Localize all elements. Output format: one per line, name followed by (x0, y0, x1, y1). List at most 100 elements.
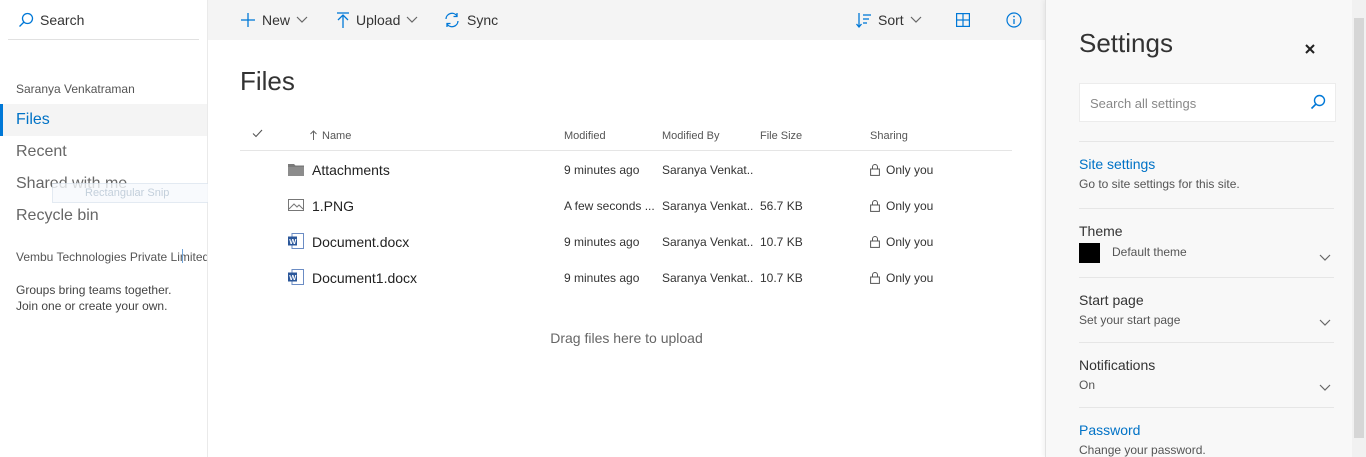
start-page-label: Start page (1079, 292, 1144, 308)
table-row[interactable]: W Document1.docx 9 minutes ago Saranya V… (240, 260, 1012, 296)
nav-item-recycle-bin[interactable]: Recycle bin (0, 200, 207, 232)
left-navigation: Search Saranya Venkatraman Files Recent … (0, 0, 208, 457)
file-modified: 9 minutes ago (564, 163, 640, 177)
svg-text:W: W (289, 273, 297, 282)
sync-label: Sync (467, 12, 499, 28)
nav-item-files[interactable]: Files (0, 104, 207, 136)
theme-value: Default theme (1112, 245, 1187, 260)
column-header-file-size[interactable]: File Size (760, 130, 802, 142)
file-sharing[interactable]: Only you (870, 152, 1010, 188)
sort-button[interactable]: Sort (856, 0, 922, 40)
folder-icon (288, 164, 304, 176)
theme-selector[interactable]: Default theme (1079, 243, 1334, 263)
table-row[interactable]: 1.PNG A few seconds ... Saranya Venkat..… (240, 188, 1012, 224)
sync-button[interactable]: Sync (443, 0, 498, 40)
command-bar: New Upload Sync Sort (208, 0, 1045, 40)
column-header-name[interactable]: Name (310, 130, 351, 142)
chevron-down-icon (296, 16, 308, 23)
settings-panel: Settings Search all settings Site settin… (1045, 0, 1352, 457)
sort-arrow-up-icon (310, 130, 317, 140)
header-divider (240, 150, 1012, 151)
sort-icon (856, 13, 871, 28)
file-modified: A few seconds ... (564, 199, 655, 213)
column-header-sharing[interactable]: Sharing (870, 130, 908, 142)
notifications-value: On (1079, 378, 1096, 392)
info-button[interactable] (1006, 0, 1022, 40)
plus-icon (241, 13, 255, 27)
page-title: Files (240, 66, 295, 96)
lock-icon (870, 164, 880, 176)
chevron-down-icon[interactable] (1319, 319, 1331, 327)
column-header-modified[interactable]: Modified (564, 130, 606, 142)
file-modified-by: Saranya Venkat... (662, 235, 754, 249)
chevron-down-icon[interactable] (1319, 384, 1331, 392)
new-label: New (262, 12, 291, 28)
close-icon[interactable] (1301, 40, 1319, 58)
theme-swatch (1079, 243, 1100, 263)
view-options-button[interactable] (956, 0, 970, 40)
notifications-label: Notifications (1079, 357, 1156, 373)
file-modified: 9 minutes ago (564, 271, 640, 285)
file-modified-by: Saranya Venkat... (662, 199, 754, 213)
file-sharing-label: Only you (886, 199, 934, 213)
file-name[interactable]: Document1.docx (312, 260, 552, 296)
divider (1079, 407, 1334, 408)
image-file-icon (288, 199, 304, 211)
scrollbar-thumb[interactable] (1354, 18, 1364, 438)
file-sharing[interactable]: Only you (870, 260, 1010, 296)
groups-text: Groups bring teams together. Join one or… (16, 283, 172, 313)
theme-section[interactable]: Theme Default theme (1079, 223, 1334, 263)
file-sharing-label: Only you (886, 235, 934, 249)
settings-search-input[interactable]: Search all settings (1079, 83, 1336, 122)
file-modified-by: Saranya Venkat... (662, 163, 754, 177)
file-name[interactable]: Attachments (312, 152, 552, 188)
file-sharing[interactable]: Only you (870, 224, 1010, 260)
lock-icon (870, 200, 880, 212)
file-size: 10.7 KB (760, 271, 803, 285)
file-size: 56.7 KB (760, 199, 803, 213)
word-doc-icon: W (288, 269, 304, 285)
password-section[interactable]: Password Change your password. (1079, 422, 1334, 457)
chevron-down-icon[interactable] (1319, 254, 1331, 262)
lock-icon (870, 236, 880, 248)
lock-icon (870, 272, 880, 284)
upload-label: Upload (356, 12, 401, 28)
drag-upload-hint: Drag files here to upload (550, 330, 703, 346)
site-settings-section[interactable]: Site settings Go to site settings for th… (1079, 156, 1334, 191)
info-icon (1006, 12, 1022, 28)
site-settings-link[interactable]: Site settings (1079, 156, 1334, 172)
upload-button[interactable]: Upload (336, 0, 418, 40)
start-page-section[interactable]: Start page Set your start page (1079, 292, 1334, 327)
divider (1079, 342, 1334, 343)
chevron-down-icon (406, 16, 418, 23)
password-link[interactable]: Password (1079, 422, 1334, 438)
nav-item-recent[interactable]: Recent (0, 136, 207, 168)
text-cursor (182, 249, 183, 263)
theme-label: Theme (1079, 223, 1123, 239)
file-name[interactable]: Document.docx (312, 224, 552, 260)
file-sharing[interactable]: Only you (870, 188, 1010, 224)
password-desc: Change your password. (1079, 443, 1206, 457)
sync-icon (445, 12, 459, 28)
settings-search-placeholder: Search all settings (1090, 96, 1197, 111)
nav-search[interactable]: Search (8, 0, 199, 40)
search-icon (1310, 94, 1326, 110)
new-button[interactable]: New (240, 0, 308, 40)
table-row[interactable]: W Document.docx 9 minutes ago Saranya Ve… (240, 224, 1012, 260)
notifications-section[interactable]: Notifications On (1079, 357, 1334, 392)
column-header-name-label: Name (322, 130, 352, 142)
file-sharing-label: Only you (886, 271, 934, 285)
column-header-modified-by[interactable]: Modified By (662, 130, 719, 142)
search-icon (19, 12, 34, 27)
search-label: Search (40, 11, 85, 28)
table-row[interactable]: Attachments 9 minutes ago Saranya Venkat… (240, 152, 1012, 188)
user-name: Saranya Venkatraman (16, 82, 135, 96)
organization-name[interactable]: Vembu Technologies Private Limited (16, 250, 207, 264)
grid-view-icon (956, 13, 970, 27)
select-all-checkmark-icon[interactable] (252, 129, 263, 138)
main-content: Files Name Modified Modified By File Siz… (208, 40, 1045, 457)
file-size: 10.7 KB (760, 235, 803, 249)
svg-text:W: W (289, 237, 297, 246)
file-name[interactable]: 1.PNG (312, 188, 552, 224)
start-page-value: Set your start page (1079, 313, 1181, 327)
